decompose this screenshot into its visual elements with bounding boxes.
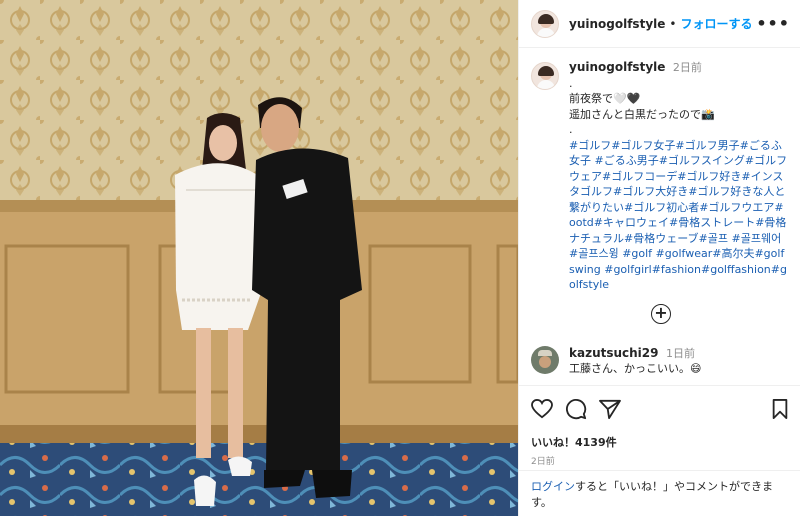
commenter-avatar[interactable]: [531, 346, 559, 374]
caption-line: 遥加さんと白黒だったので📸: [569, 107, 715, 121]
ellipsis-icon[interactable]: •••: [756, 14, 790, 33]
plus-circle-icon[interactable]: +: [651, 304, 671, 324]
comment-icon[interactable]: [565, 398, 587, 424]
send-icon[interactable]: [599, 399, 621, 423]
header-username[interactable]: yuinogolfstyle: [569, 17, 665, 31]
caption-hashtags[interactable]: #ゴルフ#ゴルフ女子#ゴルフ男子#ごるふ女子 #ごるふ男子#ゴルフスイング#ゴル…: [569, 138, 788, 293]
likes-count[interactable]: いいね！4139件: [531, 434, 789, 450]
post-header: yuinogolfstyle • フォローする •••: [519, 0, 800, 48]
post-photo-illustration: [0, 0, 518, 516]
heart-icon[interactable]: [531, 398, 553, 423]
post-photo[interactable]: [0, 0, 518, 516]
bookmark-icon[interactable]: [771, 399, 789, 423]
caption-username[interactable]: yuinogolfstyle: [569, 60, 665, 74]
caption-text: yuinogolfstyle 2日前 . 前夜祭で🤍🖤 遥加さんと白黒だったので…: [569, 60, 788, 293]
follow-button[interactable]: フォローする: [680, 15, 752, 32]
login-prompt: ログインすると「いいね！」やコメントができます。: [519, 470, 800, 516]
caption-line: .: [569, 76, 573, 90]
comment-time: 1日前: [666, 347, 695, 360]
caption-line: 前夜祭で🤍🖤: [569, 92, 641, 105]
comment-username[interactable]: kazutsuchi29: [569, 346, 659, 360]
login-link[interactable]: ログイン: [531, 480, 575, 493]
comments-area: yuinogolfstyle 2日前 . 前夜祭で🤍🖤 遥加さんと白黒だったので…: [519, 48, 800, 385]
comment-text: kazutsuchi29 1日前 工藤さん、かっこいい。😄: [569, 346, 701, 376]
comment: kazutsuchi29 1日前 工藤さん、かっこいい。😄: [531, 346, 701, 376]
separator-dot: •: [669, 16, 677, 31]
avatar[interactable]: [531, 9, 559, 38]
caption-line: .: [569, 123, 573, 136]
comment-body: 工藤さん、かっこいい。😄: [569, 362, 702, 375]
action-bar: いいね！4139件 2日前: [519, 385, 800, 467]
action-icons: [531, 398, 789, 424]
caption: yuinogolfstyle 2日前 . 前夜祭で🤍🖤 遥加さんと白黒だったので…: [531, 60, 788, 293]
caption-avatar[interactable]: [531, 62, 559, 90]
caption-time: 2日前: [672, 61, 702, 74]
post-time: 2日前: [531, 457, 555, 467]
post-sidebar: yuinogolfstyle • フォローする ••• yuinogolfsty…: [518, 0, 800, 516]
